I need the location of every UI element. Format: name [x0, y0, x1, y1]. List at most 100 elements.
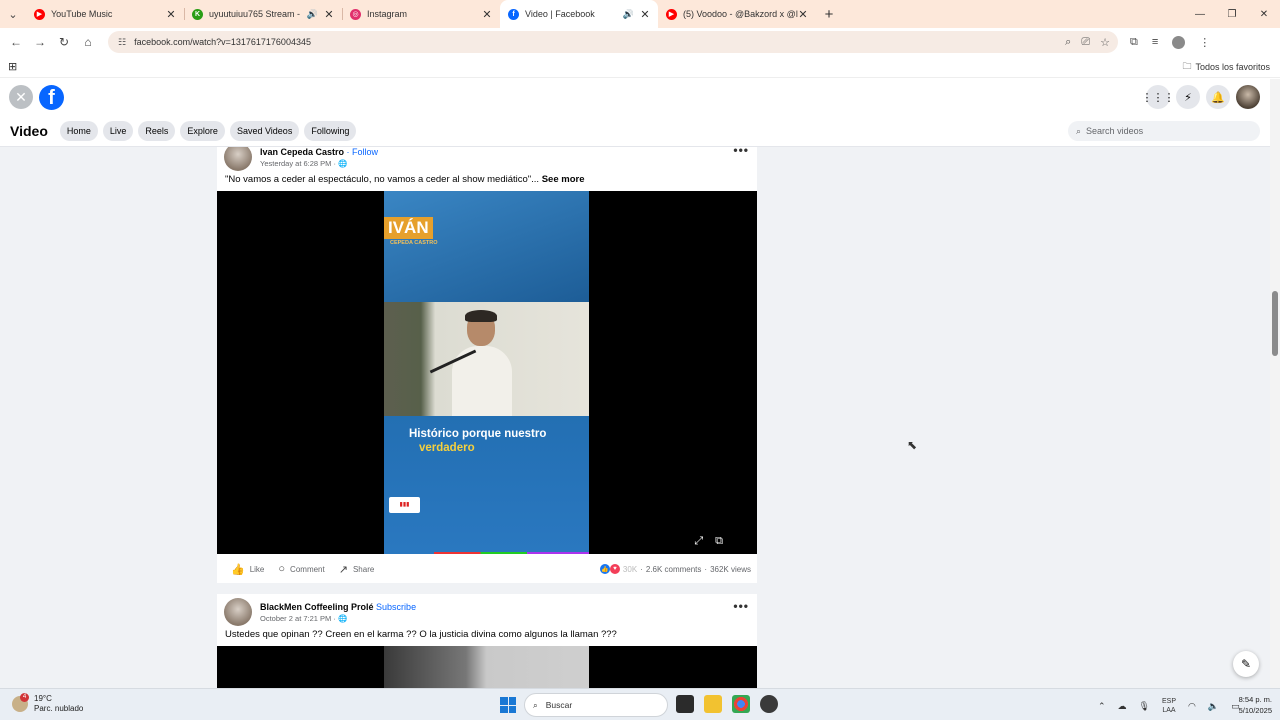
windows-start-icon[interactable] — [500, 697, 516, 713]
video-feed: Ivan Cepeda Castro · Follow Yesterday at… — [0, 147, 1270, 688]
video-player[interactable]: IVÁN CEPEDA CASTRO Histórico porque nues… — [217, 191, 757, 554]
menu-grid-icon[interactable]: ⋮⋮⋮ — [1142, 85, 1175, 109]
video-brand-logo: IVÁN — [384, 217, 433, 239]
see-more-link[interactable]: See more — [542, 174, 585, 185]
extensions-icon[interactable]: ⧉ — [1130, 36, 1138, 49]
close-window-icon[interactable]: ✕ — [1248, 9, 1280, 20]
follow-link[interactable]: Follow — [352, 147, 378, 157]
speaker-icon[interactable]: 🔊 — [307, 9, 318, 20]
back-arrow-icon[interactable]: ← — [4, 35, 28, 49]
profile-avatar[interactable] — [1172, 35, 1186, 49]
show-hidden-icons-chevron-icon[interactable]: ⌃ — [1098, 701, 1106, 712]
author-name[interactable]: Ivan Cepeda Castro — [260, 147, 344, 157]
like-button[interactable]: 👍 Like — [231, 563, 264, 576]
account-avatar[interactable] — [1236, 85, 1260, 109]
tab-youtube-music[interactable]: ▶ YouTube Music ✕ — [26, 0, 184, 28]
taskbar-search-box[interactable]: ⌕ Buscar — [524, 693, 668, 717]
system-clock[interactable]: 8:54 p. m. 5/10/2025 — [1228, 694, 1272, 716]
close-tab-icon[interactable]: ✕ — [640, 8, 650, 21]
close-tab-icon[interactable]: ✕ — [324, 8, 334, 21]
close-tab-icon[interactable]: ✕ — [166, 8, 176, 21]
nav-pill-home[interactable]: Home — [59, 121, 98, 141]
input-language[interactable]: ESP LAA — [1162, 697, 1176, 715]
tab-youtube-voodoo[interactable]: ▶ (5) Voodoo - @Bakzord x @lel ✕ — [658, 0, 816, 28]
close-tab-icon[interactable]: ✕ — [482, 8, 492, 21]
facebook-logo-icon[interactable]: f — [39, 84, 64, 110]
close-tab-icon[interactable]: ✕ — [798, 8, 808, 21]
like-label: Like — [249, 564, 265, 574]
home-icon[interactable]: ⌂ — [76, 35, 100, 49]
video-frame: IVÁN CEPEDA CASTRO Histórico porque nues… — [384, 191, 589, 554]
tab-facebook-video[interactable]: f Video | Facebook 🔊 ✕ — [500, 0, 658, 28]
tab-instagram[interactable]: ◎ Instagram ✕ — [342, 0, 500, 28]
window-controls: — ❐ ✕ — [1184, 9, 1280, 20]
scrollbar-thumb[interactable] — [1272, 291, 1278, 356]
messenger-icon[interactable]: ⚡ — [1176, 85, 1200, 109]
post-body: "No vamos a ceder al espectáculo, no vam… — [225, 174, 540, 185]
share-button[interactable]: ↗ Share — [339, 563, 375, 576]
video-player[interactable] — [217, 646, 757, 688]
onedrive-cloud-icon[interactable]: ☁ — [1118, 701, 1127, 712]
notifications-bell-icon[interactable]: 🔔 — [1206, 85, 1230, 109]
app-icon[interactable] — [760, 695, 778, 713]
author-avatar[interactable] — [224, 598, 252, 626]
author-avatar[interactable] — [224, 147, 252, 171]
nav-pill-explore[interactable]: Explore — [180, 121, 225, 141]
weather-widget[interactable]: 4 19°C Parc. nublado — [12, 693, 83, 714]
instagram-icon: ◎ — [350, 8, 361, 20]
page-scrollbar[interactable] — [1270, 79, 1280, 688]
nav-pill-reels[interactable]: Reels — [138, 121, 176, 141]
author-name[interactable]: BlackMen Coffeeling Prolé — [260, 602, 374, 612]
tab-search-chevron-icon[interactable]: ⌄ — [0, 0, 26, 28]
task-view-icon[interactable] — [676, 695, 694, 713]
install-app-icon[interactable]: ⎚ — [1081, 36, 1090, 49]
chrome-icon[interactable] — [732, 695, 750, 713]
more-options-icon[interactable]: ••• — [733, 147, 749, 157]
post-actions: 👍 Like ○ Comment ↗ Share 👍 ♥ 30K · 2.6K … — [217, 561, 757, 577]
nav-pill-following[interactable]: Following — [304, 121, 357, 141]
zoom-icon[interactable]: ⌕ — [1065, 36, 1071, 49]
all-bookmarks-folder[interactable]: 🗀 Todos los favoritos — [1182, 59, 1270, 75]
picture-in-picture-icon[interactable]: ⧉ — [715, 535, 723, 548]
post-stats: 👍 ♥ 30K · 2.6K comments · 362K views — [599, 564, 751, 574]
reload-icon[interactable]: ↻ — [52, 35, 76, 49]
more-options-icon[interactable]: ••• — [733, 599, 749, 613]
apps-grid-icon[interactable]: ⊞ — [8, 60, 17, 73]
bookmark-star-icon[interactable]: ☆ — [1100, 36, 1110, 49]
fullscreen-icon[interactable]: ⤢ — [694, 535, 703, 548]
reaction-count[interactable]: 30K — [623, 565, 637, 574]
media-control-icon[interactable]: ≡ — [1152, 36, 1158, 48]
minimize-icon[interactable]: — — [1184, 9, 1216, 20]
post-meta: October 2 at 7:21 PM · 🌐 — [260, 614, 347, 623]
video-progress-bar[interactable] — [434, 552, 589, 554]
taskbar-search-label: Buscar — [545, 700, 573, 710]
browser-menu-icon[interactable]: ⋮ — [1199, 36, 1210, 49]
new-message-compose-icon[interactable]: ✎ — [1233, 651, 1259, 677]
new-tab-plus-icon[interactable]: + — [816, 6, 842, 23]
volume-icon[interactable]: 🔈 — [1208, 701, 1219, 712]
browser-tab-strip: ⌄ ▶ YouTube Music ✕ K uyuutuiuu765 Strea… — [0, 0, 1280, 28]
comment-button[interactable]: ○ Comment — [278, 563, 324, 575]
restore-icon[interactable]: ❐ — [1216, 9, 1248, 20]
post-time[interactable]: Yesterday at 6:28 PM — [260, 159, 331, 168]
post-time[interactable]: October 2 at 7:21 PM — [260, 614, 331, 623]
subscribe-link[interactable]: Subscribe — [376, 602, 416, 612]
share-arrow-icon: ↗ — [338, 563, 348, 576]
facebook-icon: f — [508, 8, 519, 20]
file-explorer-icon[interactable] — [704, 695, 722, 713]
video-frame — [384, 646, 589, 688]
close-icon[interactable]: ✕ — [9, 85, 33, 109]
speaker-photo — [384, 302, 589, 416]
comment-count[interactable]: 2.6K comments — [646, 565, 702, 574]
site-info-icon[interactable]: ☷ — [118, 37, 126, 48]
tab-kick-stream[interactable]: K uyuutuiuu765 Stream - Wa 🔊 ✕ — [184, 0, 342, 28]
nav-pill-saved-videos[interactable]: Saved Videos — [229, 121, 300, 141]
microphone-icon[interactable]: 🎙 — [1139, 701, 1150, 712]
forward-arrow-icon[interactable]: → — [28, 35, 52, 49]
wifi-icon[interactable]: ◠ — [1188, 701, 1196, 712]
url-text[interactable]: facebook.com/watch?v=1317617176004345 — [134, 37, 311, 47]
nav-pill-live[interactable]: Live — [102, 121, 134, 141]
speaker-icon[interactable]: 🔊 — [623, 9, 634, 20]
search-videos-input[interactable]: ⌕ Search videos — [1068, 121, 1260, 141]
url-omnibox[interactable]: ☷ facebook.com/watch?v=1317617176004345 … — [108, 31, 1118, 53]
